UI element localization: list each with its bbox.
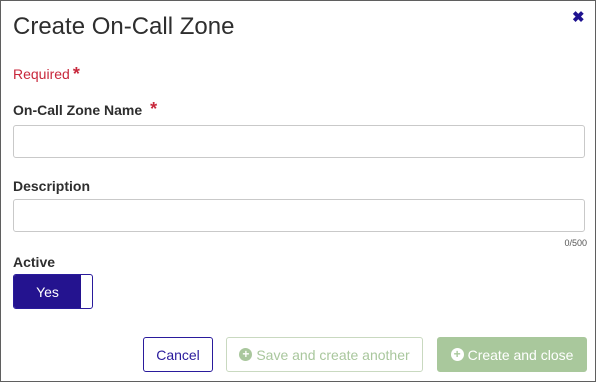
create-and-close-button[interactable]: + Create and close	[437, 337, 587, 372]
close-icon[interactable]: ✖	[572, 10, 586, 25]
description-char-counter: 0/500	[564, 238, 587, 248]
create-on-call-zone-dialog: Create On-Call Zone ✖ Required * On-Call …	[0, 0, 596, 382]
required-note: Required *	[13, 63, 80, 84]
plus-circle-icon: +	[450, 348, 464, 361]
active-label: Active	[13, 254, 56, 270]
zone-name-label: On-Call Zone Name *	[13, 99, 157, 120]
description-label: Description	[13, 178, 91, 194]
save-and-create-another-label: Save and create another	[256, 346, 410, 363]
cancel-button[interactable]: Cancel	[143, 337, 213, 372]
description-input[interactable]	[13, 199, 585, 232]
zone-name-required-asterisk: *	[150, 99, 158, 119]
active-toggle-value: Yes	[14, 275, 81, 308]
dialog-title: Create On-Call Zone	[13, 13, 235, 40]
create-and-close-label: Create and close	[467, 346, 574, 363]
active-toggle[interactable]: Yes	[13, 274, 93, 309]
required-asterisk: *	[72, 64, 80, 84]
plus-circle-icon: +	[239, 348, 253, 361]
zone-name-label-text: On-Call Zone Name	[13, 102, 143, 118]
cancel-button-label: Cancel	[156, 346, 200, 363]
zone-name-input[interactable]	[13, 125, 585, 158]
required-note-text: Required	[13, 66, 70, 82]
save-and-create-another-button[interactable]: + Save and create another	[226, 337, 423, 372]
